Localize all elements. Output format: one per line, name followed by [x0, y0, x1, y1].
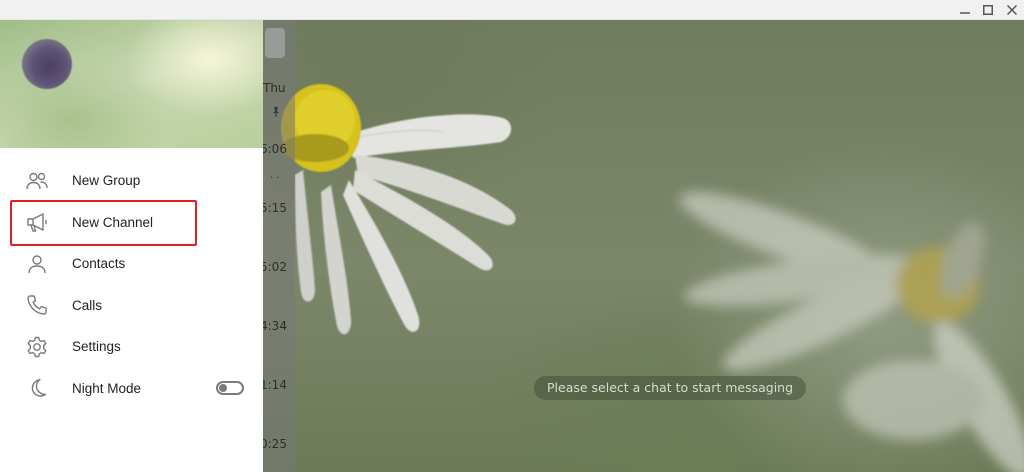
menu-item-night-mode[interactable]: Night Mode [0, 368, 263, 410]
chat-time: 6:06 [263, 142, 287, 156]
wallpaper-image [281, 84, 1024, 472]
menu-header [0, 20, 263, 148]
menu-item-label: Settings [72, 339, 121, 355]
moon-icon [25, 376, 49, 400]
toggle-knob [219, 384, 227, 393]
menu-item-label: Calls [72, 297, 103, 313]
pin-icon [273, 107, 279, 117]
menu-item-contacts[interactable]: Contacts [0, 243, 263, 285]
maximize-button[interactable] [976, 0, 1000, 20]
maximize-icon [983, 5, 993, 15]
title-bar [0, 0, 1024, 20]
chat-search-box[interactable] [265, 28, 285, 58]
chat-preview-ellipsis: . . [270, 170, 280, 181]
empty-chat-message: Please select a chat to start messaging [534, 376, 807, 400]
menu-item-label: New Group [72, 173, 141, 189]
chat-list-strip[interactable]: Thu 6:06 . . 5:15 5:02 4:34 1:14 0:25 [263, 20, 295, 472]
menu-item-label: Night Mode [72, 380, 142, 396]
menu-item-settings[interactable]: Settings [0, 326, 263, 368]
chat-time: 4:34 [263, 319, 287, 333]
menu-list: New Group New Channel Contacts Calls Set… [0, 160, 263, 409]
night-mode-toggle[interactable] [216, 381, 244, 396]
chat-time: 5:02 [263, 260, 287, 274]
megaphone-icon [25, 210, 49, 234]
menu-item-label: Contacts [72, 256, 126, 272]
side-menu: New Group New Channel Contacts Calls Set… [0, 20, 263, 472]
minimize-icon [960, 12, 970, 14]
avatar[interactable] [22, 39, 72, 89]
minimize-button[interactable] [953, 0, 977, 20]
chat-area[interactable]: Thu 6:06 . . 5:15 5:02 4:34 1:14 0:25 Pl… [263, 20, 1024, 472]
contact-icon [25, 252, 49, 276]
group-icon [25, 169, 49, 193]
chat-time: 0:25 [263, 437, 287, 451]
chat-time: 5:15 [263, 201, 287, 215]
gear-icon [25, 335, 49, 359]
chat-time: 1:14 [263, 378, 287, 392]
menu-item-new-channel[interactable]: New Channel [0, 202, 263, 244]
close-button[interactable] [1000, 0, 1024, 20]
menu-item-new-group[interactable]: New Group [0, 160, 263, 202]
menu-item-label: New Channel [72, 214, 154, 230]
chat-time: Thu [263, 81, 286, 95]
phone-icon [25, 293, 49, 317]
close-icon [1007, 5, 1017, 15]
menu-item-calls[interactable]: Calls [0, 285, 263, 327]
